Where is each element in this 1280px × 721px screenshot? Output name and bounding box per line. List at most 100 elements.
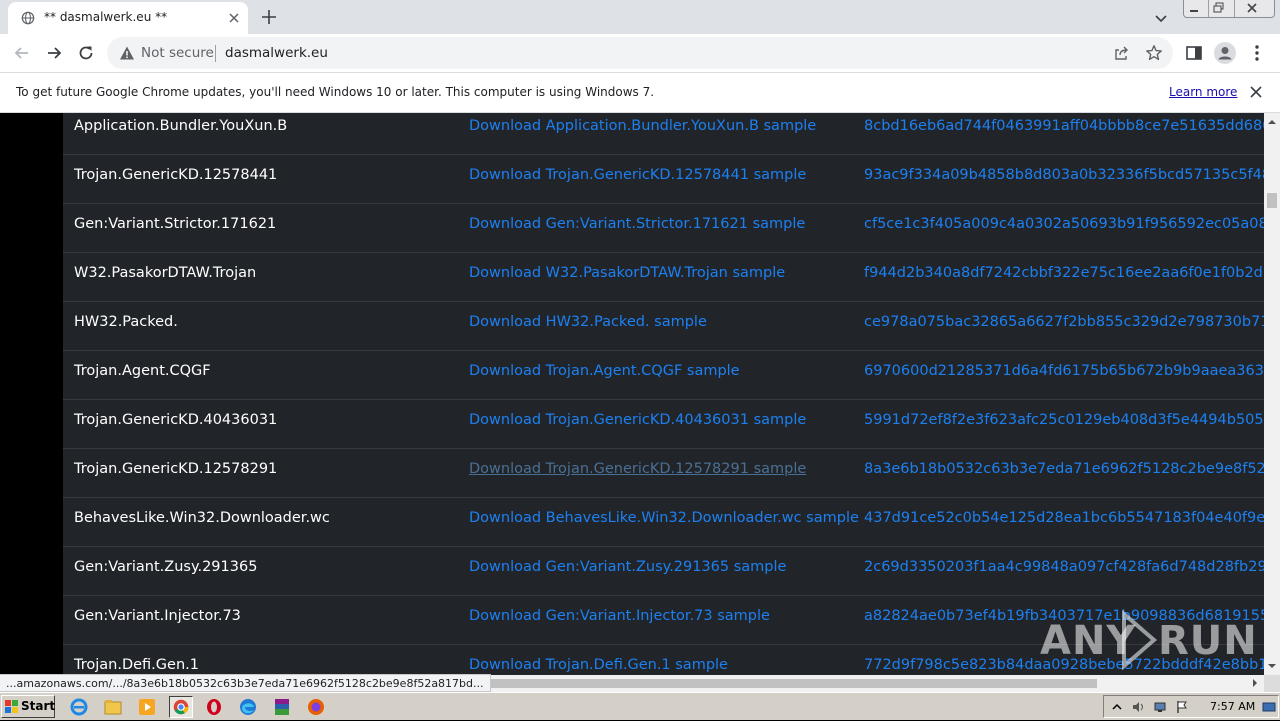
malware-name: Trojan.GenericKD.12578291: [74, 461, 278, 477]
malware-name: HW32.Packed.: [74, 314, 178, 330]
update-infobar: To get future Google Chrome updates, you…: [0, 72, 1280, 113]
person-icon: [1218, 47, 1232, 60]
malware-name: Trojan.GenericKD.40436031: [74, 412, 278, 428]
ie-icon[interactable]: [68, 696, 90, 718]
hash-link[interactable]: 8a3e6b18b0532c63b3e7eda71e6962f5128c2be9…: [864, 461, 1264, 477]
download-link[interactable]: Download Trojan.Agent.CQGF sample: [469, 363, 740, 379]
side-panel-icon[interactable]: [1185, 44, 1203, 62]
minimize-button[interactable]: [1184, 0, 1210, 17]
minimize-icon: [1190, 10, 1198, 12]
security-label[interactable]: Not secure: [141, 45, 214, 61]
close-window-button[interactable]: [1235, 0, 1274, 17]
hash-link[interactable]: f944d2b340a8df7242cbbf322e75c16ee2aa6f0e…: [864, 265, 1264, 281]
chevron-up-icon[interactable]: [1110, 700, 1124, 714]
malware-name: W32.PasakorDTAW.Trojan: [74, 265, 257, 281]
table-row: Gen:Variant.Strictor.171621 Download Gen…: [63, 204, 1264, 253]
hash-link[interactable]: 8cbd16eb6ad744f0463991aff04bbbb8ce7e5163…: [864, 118, 1264, 134]
table-row: Application.Bundler.YouXun.B Download Ap…: [63, 113, 1264, 155]
new-tab-icon[interactable]: [260, 8, 278, 26]
scroll-up-icon[interactable]: [1268, 118, 1276, 126]
download-link[interactable]: Download W32.PasakorDTAW.Trojan sample: [469, 265, 785, 281]
browser-toolbar: Not secure dasmalwerk.eu: [0, 34, 1280, 72]
table-row: HW32.Packed. Download HW32.Packed. sampl…: [63, 302, 1264, 351]
close-icon: [1247, 3, 1257, 13]
anyrun-watermark: ANY RUN: [1040, 606, 1257, 672]
restore-icon: [1213, 2, 1224, 13]
close-tab-icon[interactable]: [226, 10, 242, 26]
window-controls: [1183, 0, 1275, 18]
opera-icon[interactable]: [203, 696, 225, 718]
clock[interactable]: 7:57 AM: [1210, 700, 1255, 713]
forward-arrow-icon[interactable]: [44, 43, 64, 63]
chevron-down-icon[interactable]: [1152, 9, 1170, 27]
malware-name: BehavesLike.Win32.Downloader.wc: [74, 510, 330, 526]
download-link[interactable]: Download Gen:Variant.Injector.73 sample: [469, 608, 770, 624]
url-text[interactable]: dasmalwerk.eu: [225, 45, 328, 61]
start-button[interactable]: Start: [1, 695, 55, 718]
link-status-bubble: ...amazonaws.com/.../8a3e6b18b0532c63b3e…: [0, 674, 491, 692]
address-bar[interactable]: Not secure dasmalwerk.eu: [107, 37, 1173, 69]
table-row: W32.PasakorDTAW.Trojan Download W32.Pasa…: [63, 253, 1264, 302]
malware-name: Trojan.Agent.CQGF: [74, 363, 211, 379]
restore-button[interactable]: [1209, 0, 1235, 17]
download-link[interactable]: Download HW32.Packed. sample: [469, 314, 707, 330]
download-link[interactable]: Download BehavesLike.Win32.Downloader.wc…: [469, 510, 859, 526]
download-link[interactable]: Download Trojan.GenericKD.12578441 sampl…: [469, 167, 806, 183]
windows-flag-icon: [5, 700, 18, 713]
hash-link[interactable]: 437d91ce52c0b54e125d28ea1bc6b5547183f04e…: [864, 510, 1264, 526]
download-link[interactable]: Download Trojan.GenericKD.40436031 sampl…: [469, 412, 806, 428]
network-icon[interactable]: [1153, 700, 1167, 714]
share-icon[interactable]: [1113, 45, 1129, 61]
malware-table: Application.Bundler.YouXun.B Download Ap…: [63, 113, 1264, 675]
malware-name: Gen:Variant.Strictor.171621: [74, 216, 277, 232]
hash-link[interactable]: cf5ce1c3f405a009c4a0302a50693b91f956592e…: [864, 216, 1264, 232]
download-link[interactable]: Download Trojan.Defi.Gen.1 sample: [469, 657, 728, 673]
chrome-icon: [173, 699, 189, 715]
vertical-scroll-thumb[interactable]: [1267, 193, 1277, 208]
windows-taskbar: Start 7:57 AM: [0, 692, 1280, 720]
infobar-message: To get future Google Chrome updates, you…: [16, 85, 655, 99]
hash-link[interactable]: 2c69d3350203f1aa4c99848a097cf428fa6d748d…: [864, 559, 1264, 575]
download-link-hovered[interactable]: Download Trojan.GenericKD.12578291 sampl…: [469, 461, 806, 477]
vertical-scrollbar[interactable]: [1264, 113, 1280, 675]
hash-link[interactable]: 5991d72ef8f2e3f623afc25c0129eb408d3f5e44…: [864, 412, 1264, 428]
tab-title: ** dasmalwerk.eu **: [44, 10, 168, 24]
bookmark-star-icon[interactable]: [1145, 44, 1163, 62]
download-link[interactable]: Download Application.Bundler.YouXun.B sa…: [469, 118, 816, 134]
tab-dasmalwerk[interactable]: ** dasmalwerk.eu **: [8, 2, 248, 34]
firefox-icon[interactable]: [305, 696, 327, 718]
action-center-flag-icon[interactable]: [1175, 700, 1189, 714]
scrollbar-corner: [1264, 675, 1280, 692]
chrome-taskbar-button[interactable]: [169, 696, 193, 718]
table-row: Trojan.GenericKD.40436031 Download Troja…: [63, 400, 1264, 449]
back-arrow-icon[interactable]: [12, 43, 32, 63]
hash-link[interactable]: 6970600d21285371d6a4fd6175b65b672b9b9aae…: [864, 363, 1264, 379]
system-tray: 7:57 AM: [1103, 695, 1279, 718]
table-row: Trojan.Agent.CQGF Download Trojan.Agent.…: [63, 351, 1264, 400]
hash-link[interactable]: 93ac9f334a09b4858b8d803a0b32336f5bcd5713…: [864, 167, 1264, 183]
table-row: Trojan.GenericKD.12578291 Download Troja…: [63, 449, 1264, 498]
close-icon[interactable]: [1249, 85, 1263, 99]
watermark-right: RUN: [1158, 618, 1258, 664]
edge-icon[interactable]: [237, 696, 259, 718]
malware-name: Trojan.GenericKD.12578441: [74, 167, 278, 183]
malware-name: Gen:Variant.Zusy.291365: [74, 559, 258, 575]
scroll-right-icon[interactable]: [1251, 679, 1259, 687]
volume-icon[interactable]: [1131, 700, 1145, 714]
winrar-icon[interactable]: [271, 696, 293, 718]
download-link[interactable]: Download Gen:Variant.Strictor.171621 sam…: [469, 216, 805, 232]
scroll-down-icon[interactable]: [1268, 662, 1276, 670]
hash-link[interactable]: ce978a075bac32865a6627f2bb855c329d2e7987…: [864, 314, 1264, 330]
download-link[interactable]: Download Gen:Variant.Zusy.291365 sample: [469, 559, 786, 575]
profile-avatar[interactable]: [1214, 42, 1236, 64]
tab-strip: ** dasmalwerk.eu **: [0, 0, 1280, 34]
show-desktop-icon[interactable]: [1262, 700, 1276, 714]
start-label: Start: [21, 699, 56, 713]
page-content: Application.Bundler.YouXun.B Download Ap…: [0, 113, 1264, 675]
reload-icon[interactable]: [76, 43, 96, 63]
media-player-icon[interactable]: [136, 696, 158, 718]
learn-more-link[interactable]: Learn more: [1169, 85, 1237, 99]
explorer-icon[interactable]: [102, 696, 124, 718]
warning-icon[interactable]: [119, 45, 135, 61]
more-options-icon[interactable]: [1254, 44, 1260, 62]
